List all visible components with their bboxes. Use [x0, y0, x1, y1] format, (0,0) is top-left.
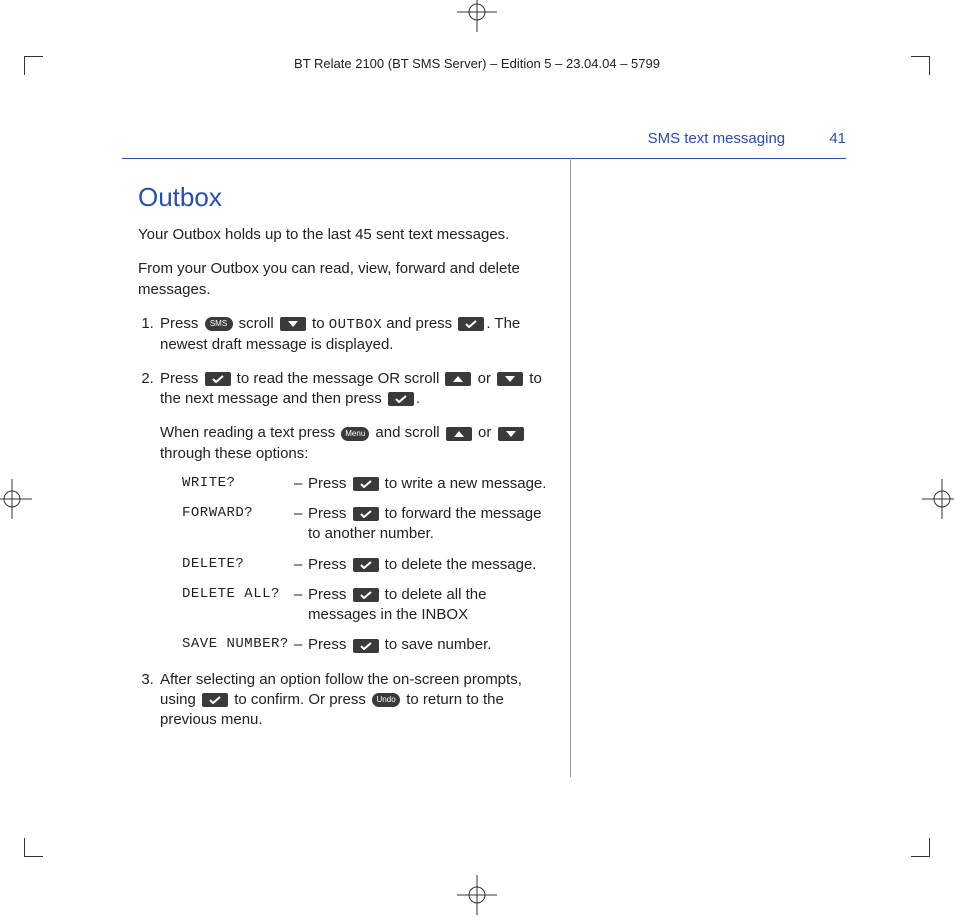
ok-key-icon — [205, 372, 231, 386]
ok-key-icon — [353, 639, 379, 653]
registration-mark-right — [920, 477, 954, 521]
heading-outbox: Outbox — [138, 180, 558, 215]
ok-key-icon — [353, 558, 379, 572]
menu-key-icon: Menu — [341, 427, 369, 441]
options-list: WRITE? – Press to write a new message. F… — [182, 474, 558, 656]
crop-mark-sw — [24, 838, 43, 857]
body-column: Outbox Your Outbox holds up to the last … — [138, 180, 558, 744]
procedure-list: Press SMS scroll to OUTBOX and press . T… — [138, 314, 558, 731]
page-number: 41 — [829, 130, 846, 147]
lcd-text: DELETE ALL? — [182, 585, 294, 604]
ok-key-icon — [202, 693, 228, 707]
intro-paragraph-1: Your Outbox holds up to the last 45 sent… — [138, 225, 558, 245]
up-arrow-key-icon — [446, 427, 472, 441]
up-arrow-key-icon — [445, 372, 471, 386]
column-divider — [570, 158, 571, 777]
intro-paragraph-2: From your Outbox you can read, view, for… — [138, 259, 558, 300]
step-1: Press SMS scroll to OUTBOX and press . T… — [158, 314, 558, 355]
down-arrow-key-icon — [497, 372, 523, 386]
lcd-text-outbox: OUTBOX — [329, 317, 382, 333]
registration-mark-top — [455, 0, 499, 34]
down-arrow-key-icon — [280, 317, 306, 331]
ok-key-icon — [353, 588, 379, 602]
step-3: After selecting an option follow the on-… — [158, 670, 558, 731]
header-rule — [122, 158, 846, 159]
crop-mark-ne — [911, 56, 930, 75]
imposition-header: BT Relate 2100 (BT SMS Server) – Edition… — [24, 56, 930, 71]
lcd-text: WRITE? — [182, 474, 294, 493]
ok-key-icon — [388, 392, 414, 406]
document-page: BT Relate 2100 (BT SMS Server) – Edition… — [0, 0, 954, 907]
crop-mark-nw — [24, 56, 43, 75]
option-forward: FORWARD? – Press to forward the message … — [182, 504, 558, 545]
undo-key-icon: Undo — [372, 693, 400, 707]
registration-mark-left — [0, 477, 34, 521]
option-save-number: SAVE NUMBER? – Press to save number. — [182, 635, 558, 655]
option-write: WRITE? – Press to write a new message. — [182, 474, 558, 494]
sms-key-icon: SMS — [205, 317, 233, 331]
ok-key-icon — [458, 317, 484, 331]
option-delete-all: DELETE ALL? – Press to delete all the me… — [182, 585, 558, 626]
section-title: SMS text messaging — [648, 130, 786, 147]
crop-mark-se — [911, 838, 930, 857]
lcd-text: FORWARD? — [182, 504, 294, 523]
ok-key-icon — [353, 507, 379, 521]
option-delete: DELETE? – Press to delete the message. — [182, 555, 558, 575]
lcd-text: SAVE NUMBER? — [182, 635, 294, 654]
down-arrow-key-icon — [498, 427, 524, 441]
running-header: SMS text messaging 41 — [648, 130, 846, 147]
step-2: Press to read the message OR scroll or t… — [158, 369, 558, 656]
lcd-text: DELETE? — [182, 555, 294, 574]
ok-key-icon — [353, 477, 379, 491]
registration-mark-bottom — [455, 873, 499, 917]
